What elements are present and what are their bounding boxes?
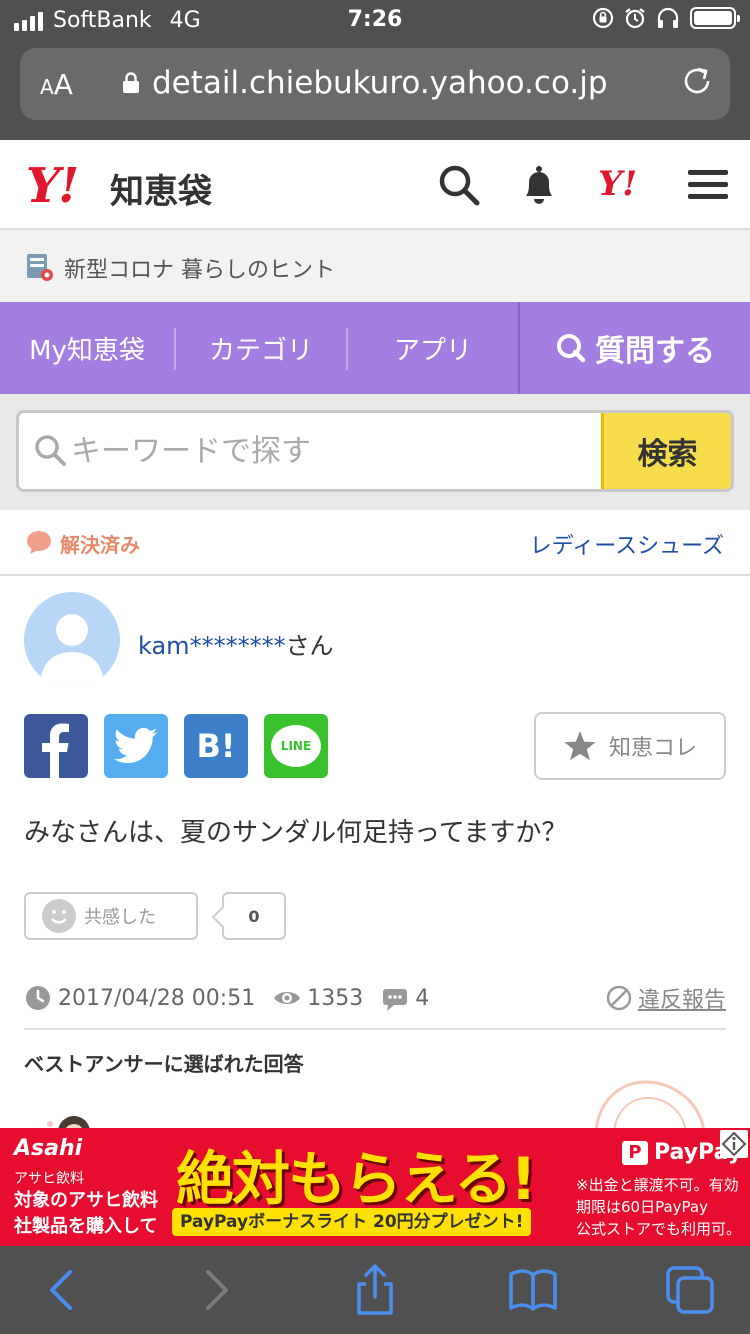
nav-item-app[interactable]: アプリ bbox=[348, 302, 518, 394]
battery-icon bbox=[690, 7, 740, 29]
ad-subline: PayPayボーナスライト 20円分プレゼント! bbox=[172, 1208, 532, 1236]
ad-right-copy: ※出金と譲渡不可。有効 期限は60日PayPay 公式ストアでも利用可。 bbox=[576, 1174, 741, 1240]
eye-icon bbox=[274, 992, 301, 1004]
line-icon-label: LINE bbox=[280, 739, 312, 753]
chie-kore-label: 知恵コレ bbox=[608, 736, 697, 761]
bell-icon[interactable] bbox=[516, 162, 562, 208]
username[interactable]: kam********さん bbox=[138, 626, 334, 661]
forward-icon[interactable] bbox=[188, 1264, 244, 1316]
kyokan-count: 0 bbox=[222, 892, 286, 940]
nav-item-label: アプリ bbox=[393, 335, 472, 366]
bookmarks-icon[interactable] bbox=[505, 1264, 561, 1316]
nav-item-my-chiebukuro[interactable]: My知恵袋 bbox=[0, 302, 174, 394]
ask-question-button[interactable]: 質問する bbox=[518, 302, 750, 394]
site-header: Y! 知恵袋 Y! bbox=[0, 140, 750, 230]
twitter-icon bbox=[114, 727, 158, 764]
ad-right-line: 期限は60日PayPay bbox=[576, 1198, 708, 1216]
answer-count: 4 bbox=[415, 985, 430, 1011]
nav-item-label: カテゴリ bbox=[208, 335, 313, 366]
username-suffix: さん bbox=[285, 632, 334, 660]
back-icon[interactable] bbox=[34, 1264, 90, 1316]
search-icon[interactable] bbox=[436, 162, 482, 208]
ask-question-label: 質問する bbox=[595, 334, 715, 369]
url-text: detail.chiebukuro.yahoo.co.jp bbox=[152, 65, 608, 101]
search-box: 検索 bbox=[16, 410, 734, 492]
comment-icon bbox=[383, 989, 408, 1011]
ad-brand-sub: アサヒ飲料 bbox=[14, 1171, 84, 1187]
ad-left-copy: 対象のアサヒ飲料 社製品を購入して bbox=[14, 1188, 158, 1240]
resolved-icon bbox=[27, 531, 51, 554]
browser-toolbar bbox=[0, 1246, 750, 1334]
ad-right-line: ※出金と譲渡不可。有効 bbox=[576, 1176, 739, 1194]
avatar[interactable] bbox=[24, 592, 120, 688]
facebook-icon bbox=[42, 723, 69, 778]
browser-chrome-top: SoftBank 4G 7:26 AA detail.chiebukuro.ya… bbox=[0, 0, 750, 140]
notice-text: 新型コロナ 暮らしのヒント bbox=[64, 258, 335, 283]
view-count: 1353 bbox=[307, 985, 364, 1011]
line-icon: LINE bbox=[271, 725, 321, 767]
category-link[interactable]: レディースシューズ bbox=[530, 528, 724, 560]
smile-icon bbox=[42, 899, 76, 933]
yahoo-top-link[interactable]: Y! bbox=[598, 164, 637, 204]
star-icon bbox=[564, 731, 596, 761]
clock-icon bbox=[26, 986, 50, 1010]
nav-item-category[interactable]: カテゴリ bbox=[176, 302, 346, 394]
notice-icon bbox=[27, 254, 53, 281]
ad-headline: 絶対もらえる! bbox=[176, 1145, 537, 1213]
address-bar[interactable]: AA detail.chiebukuro.yahoo.co.jp bbox=[20, 48, 730, 120]
ad-right-line: 公式ストアでも利用可。 bbox=[576, 1220, 742, 1238]
username-text: kam******** bbox=[138, 632, 286, 660]
chie-kore-button[interactable]: 知恵コレ bbox=[534, 712, 726, 780]
posted-date: 2017/04/28 00:51 bbox=[58, 985, 256, 1011]
search-area: 検索 bbox=[0, 394, 750, 510]
ad-left-line: 社製品を購入して bbox=[14, 1216, 158, 1237]
question-meta: 2017/04/28 00:51 1353 4 bbox=[24, 980, 429, 1016]
ad-left-line: 対象のアサヒ飲料 bbox=[14, 1190, 158, 1211]
text-size-button[interactable]: AA bbox=[40, 68, 73, 101]
report-label: 違反報告 bbox=[637, 988, 726, 1013]
status-bar: SoftBank 4G 7:26 bbox=[0, 0, 750, 40]
status-right bbox=[592, 7, 740, 29]
kyokan-button[interactable]: 共感した bbox=[24, 892, 198, 940]
divider bbox=[24, 1028, 726, 1030]
question-body: みなさんは、夏のサンダル何足持ってますか？ bbox=[24, 818, 568, 848]
chiebukuro-logo-text[interactable]: 知恵袋 bbox=[110, 164, 212, 213]
headphones-icon bbox=[657, 7, 679, 28]
search-button[interactable]: 検索 bbox=[601, 413, 731, 489]
resolved-status: 解決済み bbox=[60, 533, 140, 557]
search-q-icon bbox=[557, 334, 586, 363]
share-icon[interactable] bbox=[347, 1264, 403, 1316]
menu-icon[interactable] bbox=[686, 162, 732, 208]
reload-icon[interactable] bbox=[680, 64, 714, 98]
kyokan-label: 共感した bbox=[84, 907, 156, 928]
paypay-mark-icon: P bbox=[622, 1140, 648, 1165]
main-nav: My知恵袋 カテゴリ アプリ 質問する bbox=[0, 302, 750, 394]
hatena-bookmark-button[interactable]: B! bbox=[184, 714, 248, 778]
facebook-share-button[interactable] bbox=[24, 714, 88, 778]
ad-info-icon[interactable] bbox=[720, 1130, 748, 1158]
lock-icon bbox=[123, 72, 139, 93]
question-status-row: 解決済み レディースシューズ bbox=[0, 510, 750, 576]
line-share-button[interactable]: LINE bbox=[264, 714, 328, 778]
ad-banner[interactable]: Asahi アサヒ飲料 対象のアサヒ飲料 社製品を購入して 絶対もらえる! Pa… bbox=[0, 1128, 750, 1246]
answerer-avatar[interactable] bbox=[40, 1106, 100, 1130]
alarm-icon bbox=[625, 8, 645, 29]
report-link[interactable]: 違反報告 bbox=[606, 982, 726, 1014]
tabs-icon[interactable] bbox=[662, 1264, 718, 1316]
best-answer-heading: ベストアンサーに選ばれた回答 bbox=[24, 1052, 304, 1076]
prohibited-icon bbox=[606, 985, 632, 1011]
search-input[interactable] bbox=[19, 413, 603, 489]
orientation-lock-icon bbox=[592, 7, 614, 29]
ad-brand: Asahi bbox=[14, 1136, 83, 1161]
corona-notice[interactable]: 新型コロナ 暮らしのヒント bbox=[0, 230, 750, 302]
twitter-share-button[interactable] bbox=[104, 714, 168, 778]
nav-item-label: My知恵袋 bbox=[29, 335, 145, 366]
url-field[interactable]: detail.chiebukuro.yahoo.co.jp bbox=[123, 65, 608, 101]
default-avatar-icon bbox=[40, 614, 104, 688]
best-answer-stamp-icon bbox=[586, 1076, 716, 1130]
yahoo-logo-mark[interactable]: Y! bbox=[26, 158, 79, 214]
